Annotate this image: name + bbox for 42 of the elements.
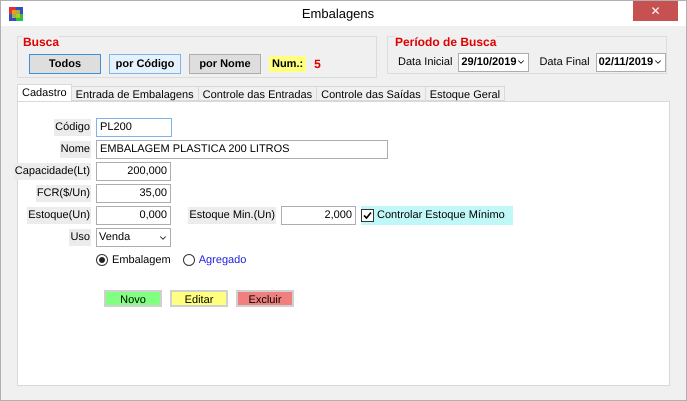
field-label: Estoque Min.(Un) [188,207,276,224]
radio-label: Agregado [198,253,246,268]
field-label: Uso [69,229,91,246]
select-field[interactable]: Venda [96,228,171,247]
date-label: Data Inicial [398,54,452,70]
input-field[interactable]: 2,000 [281,206,356,225]
tab[interactable]: Controle das Saídas [316,86,426,101]
tab[interactable]: Estoque Geral [424,86,506,101]
field-label: FCR($/Un) [36,185,91,202]
radio-button[interactable] [182,254,195,266]
date-picker[interactable]: 29/10/2019 [458,52,530,72]
search-button[interactable]: por Nome [189,54,261,74]
input-field[interactable]: EMBALAGEM PLASTICA 200 LITROS [96,140,388,159]
input-field[interactable]: PL200 [96,118,172,137]
tab[interactable]: Entrada de Embalagens [70,86,199,101]
field-label: Estoque(Un) [27,207,91,224]
input-field[interactable]: 35,00 [96,184,171,203]
count-label: Num.: [269,56,306,72]
input-field[interactable]: 200,000 [96,162,171,181]
checkbox-label: Controlar Estoque Mínimo [377,208,505,224]
action-button[interactable]: Novo [104,290,162,306]
tab[interactable]: Cadastro [17,84,72,101]
field-label: Nome [60,141,91,158]
checkbox[interactable] [361,209,374,222]
tab[interactable]: Controle das Entradas [198,86,318,101]
action-button[interactable]: Excluir [236,290,294,306]
radio-button[interactable] [96,254,108,266]
search-button[interactable]: por Código [109,54,181,74]
date-picker[interactable]: 02/11/2019 [596,52,666,72]
action-button[interactable]: Editar [170,290,228,306]
check-icon [363,211,372,220]
search-button[interactable]: Todos [29,54,101,74]
checkbox-row[interactable]: Controlar Estoque Mínimo [361,206,513,225]
date-label: Data Final [539,54,590,70]
count-value: 5 [314,56,321,73]
close-button[interactable]: ✕ [633,1,678,21]
input-field[interactable]: 0,000 [96,206,171,225]
field-label: Capacidade(Lt) [14,163,91,180]
app-icon [9,6,23,20]
field-label: Código [54,119,91,136]
window-title: Embalagens [300,4,376,23]
radio-label: Embalagem [112,253,171,268]
